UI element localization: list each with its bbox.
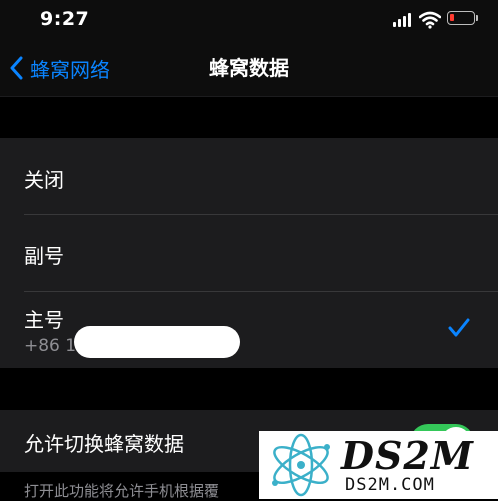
checkmark-icon: [448, 318, 470, 337]
option-row-primary[interactable]: 主号 +86 1: [0, 292, 498, 368]
option-row-secondary[interactable]: 副号: [0, 215, 498, 291]
option-label: 副号: [24, 244, 64, 268]
section-gap: [0, 368, 498, 410]
wifi-icon: [419, 11, 441, 29]
battery-tip: [476, 15, 478, 21]
battery-level: [450, 14, 454, 21]
option-label: 主号: [24, 308, 64, 332]
page-title: 蜂窝数据: [209, 56, 289, 80]
battery-low-icon: [447, 11, 475, 25]
phone-number: +86 1: [24, 336, 77, 356]
data-line-options-group: 关闭 副号 主号 +86 1: [0, 138, 498, 368]
status-time: 9:27: [40, 8, 90, 30]
cellular-signal-icon: [393, 13, 413, 27]
watermark-domain: DS2M.COM: [345, 475, 435, 495]
switch-label: 允许切换蜂窝数据: [24, 432, 184, 456]
status-bar: 9:27: [0, 0, 498, 40]
watermark: DS2M DS2M.COM: [259, 431, 498, 499]
navigation-bar: 蜂窝网络 蜂窝数据: [0, 40, 498, 97]
option-label: 关闭: [24, 168, 64, 192]
section-gap: [0, 97, 498, 138]
watermark-brand: DS2M: [341, 433, 474, 478]
footer-note: 打开此功能将允许手机根据覆: [24, 482, 220, 500]
atom-logo-icon: [272, 433, 330, 497]
redaction-mask: [74, 326, 240, 358]
option-row-off[interactable]: 关闭: [0, 138, 498, 214]
